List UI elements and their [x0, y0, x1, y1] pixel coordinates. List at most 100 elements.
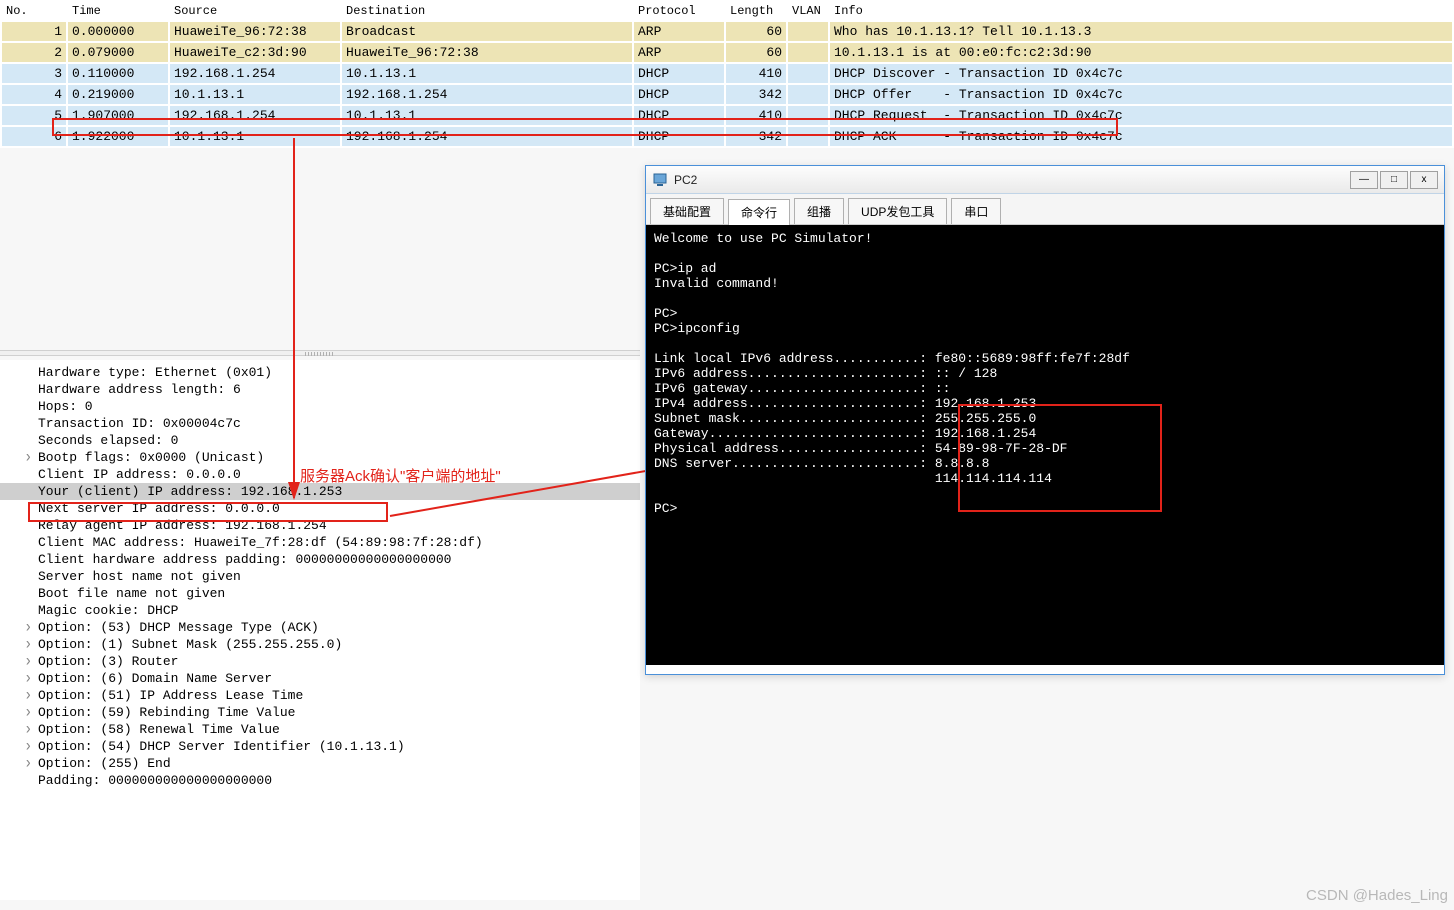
detail-line[interactable]: Option: (6) Domain Name Server — [0, 670, 640, 687]
packet-cell: HuaweiTe_96:72:38 — [342, 43, 632, 62]
watermark: CSDN @Hades_Ling — [1306, 887, 1448, 904]
packet-cell: 6 — [2, 127, 66, 146]
packet-cell: 0.110000 — [68, 64, 168, 83]
pc-tab[interactable]: 串口 — [951, 198, 1001, 224]
packet-cell: ARP — [634, 43, 724, 62]
pc2-title: PC2 — [674, 173, 1348, 187]
packet-cell: Broadcast — [342, 22, 632, 41]
packet-row[interactable]: 30.110000192.168.1.25410.1.13.1DHCP410 DH… — [2, 64, 1452, 83]
detail-line[interactable]: Option: (54) DHCP Server Identifier (10.… — [0, 738, 640, 755]
packet-cell: ARP — [634, 22, 724, 41]
packet-cell: 410 — [726, 64, 786, 83]
packet-cell: 192.168.1.254 — [342, 85, 632, 104]
packet-cell: 410 — [726, 106, 786, 125]
pc2-console[interactable]: Welcome to use PC Simulator! PC>ip ad In… — [646, 225, 1444, 665]
packet-row[interactable]: 61.92200010.1.13.1192.168.1.254DHCP342DH… — [2, 127, 1452, 146]
detail-line[interactable]: Server host name not given — [0, 568, 640, 585]
detail-line[interactable]: Option: (255) End — [0, 755, 640, 772]
detail-line[interactable]: Bootp flags: 0x0000 (Unicast) — [0, 449, 640, 466]
packet-cell: DHCP — [634, 64, 724, 83]
packet-cell: DHCP — [634, 127, 724, 146]
packet-cell — [788, 85, 828, 104]
packet-cell: 192.168.1.254 — [342, 127, 632, 146]
packet-cell: DHCP ACK - Transaction ID 0x4c7c — [830, 127, 1452, 146]
packet-cell: DHCP Request - Transaction ID 0x4c7c — [830, 106, 1452, 125]
app-icon — [652, 172, 668, 188]
packet-list-table[interactable]: No. Time Source Destination Protocol Len… — [0, 0, 1454, 148]
packet-row[interactable]: 51.907000192.168.1.25410.1.13.1DHCP410 DH… — [2, 106, 1452, 125]
packet-cell: DHCP Discover - Transaction ID 0x4c7c — [830, 64, 1452, 83]
detail-line[interactable]: Seconds elapsed: 0 — [0, 432, 640, 449]
pc2-titlebar[interactable]: PC2 — □ x — [646, 166, 1444, 194]
detail-line[interactable]: Option: (3) Router — [0, 653, 640, 670]
maximize-button[interactable]: □ — [1380, 171, 1408, 189]
packet-cell: 192.168.1.254 — [170, 64, 340, 83]
detail-line[interactable]: Option: (53) DHCP Message Type (ACK) — [0, 619, 640, 636]
packet-cell: Who has 10.1.13.1? Tell 10.1.13.3 — [830, 22, 1452, 41]
pc-tab[interactable]: 组播 — [794, 198, 844, 224]
packet-cell: 0.219000 — [68, 85, 168, 104]
packet-cell — [788, 22, 828, 41]
packet-cell: 10.1.13.1 is at 00:e0:fc:c2:3d:90 — [830, 43, 1452, 62]
pc2-tabs: 基础配置命令行组播UDP发包工具串口 — [646, 194, 1444, 225]
pc-tab[interactable]: 基础配置 — [650, 198, 724, 224]
col-length[interactable]: Length — [726, 2, 786, 20]
detail-line[interactable]: Next server IP address: 0.0.0.0 — [0, 500, 640, 517]
packet-detail-pane[interactable]: Hardware type: Ethernet (0x01)Hardware a… — [0, 360, 640, 900]
packet-list-header: No. Time Source Destination Protocol Len… — [2, 2, 1452, 20]
col-info[interactable]: Info — [830, 2, 1452, 20]
packet-cell: 0.000000 — [68, 22, 168, 41]
close-button[interactable]: x — [1410, 171, 1438, 189]
minimize-button[interactable]: — — [1350, 171, 1378, 189]
packet-cell: DHCP — [634, 106, 724, 125]
detail-line[interactable]: Client hardware address padding: 0000000… — [0, 551, 640, 568]
packet-row[interactable]: 20.079000HuaweiTe_c2:3d:90HuaweiTe_96:72… — [2, 43, 1452, 62]
packet-cell: DHCP — [634, 85, 724, 104]
detail-line[interactable]: Hardware address length: 6 — [0, 381, 640, 398]
detail-line[interactable]: Option: (51) IP Address Lease Time — [0, 687, 640, 704]
detail-line[interactable]: Relay agent IP address: 192.168.1.254 — [0, 517, 640, 534]
detail-line[interactable]: Your (client) IP address: 192.168.1.253 — [0, 483, 640, 500]
detail-line[interactable]: Boot file name not given — [0, 585, 640, 602]
packet-cell: 60 — [726, 22, 786, 41]
packet-cell: DHCP Offer - Transaction ID 0x4c7c — [830, 85, 1452, 104]
col-no[interactable]: No. — [2, 2, 66, 20]
packet-cell: 0.079000 — [68, 43, 168, 62]
packet-cell: 10.1.13.1 — [170, 127, 340, 146]
col-protocol[interactable]: Protocol — [634, 2, 724, 20]
packet-row[interactable]: 10.000000HuaweiTe_96:72:38BroadcastARP60… — [2, 22, 1452, 41]
packet-cell: 2 — [2, 43, 66, 62]
col-time[interactable]: Time — [68, 2, 168, 20]
packet-cell: 10.1.13.1 — [342, 106, 632, 125]
col-vlan[interactable]: VLAN — [788, 2, 828, 20]
packet-cell: HuaweiTe_96:72:38 — [170, 22, 340, 41]
detail-line[interactable]: Option: (58) Renewal Time Value — [0, 721, 640, 738]
detail-line[interactable]: Hardware type: Ethernet (0x01) — [0, 364, 640, 381]
detail-line[interactable]: Magic cookie: DHCP — [0, 602, 640, 619]
packet-cell: 10.1.13.1 — [342, 64, 632, 83]
col-source[interactable]: Source — [170, 2, 340, 20]
detail-line[interactable]: Transaction ID: 0x00004c7c — [0, 415, 640, 432]
detail-line[interactable]: Hops: 0 — [0, 398, 640, 415]
pc2-window: PC2 — □ x 基础配置命令行组播UDP发包工具串口 Welcome to … — [645, 165, 1445, 675]
detail-line[interactable]: Client IP address: 0.0.0.0 — [0, 466, 640, 483]
packet-cell: 1.907000 — [68, 106, 168, 125]
packet-cell: 192.168.1.254 — [170, 106, 340, 125]
detail-line[interactable]: Padding: 000000000000000000000 — [0, 772, 640, 789]
detail-line[interactable]: Option: (1) Subnet Mask (255.255.255.0) — [0, 636, 640, 653]
packet-cell: 1 — [2, 22, 66, 41]
detail-line[interactable]: Client MAC address: HuaweiTe_7f:28:df (5… — [0, 534, 640, 551]
packet-cell — [788, 106, 828, 125]
pane-divider[interactable] — [0, 350, 640, 356]
packet-cell — [788, 127, 828, 146]
pc-tab[interactable]: 命令行 — [728, 199, 790, 225]
packet-cell — [788, 43, 828, 62]
packet-cell: 4 — [2, 85, 66, 104]
detail-line[interactable]: Option: (59) Rebinding Time Value — [0, 704, 640, 721]
packet-cell: 3 — [2, 64, 66, 83]
packet-cell: 5 — [2, 106, 66, 125]
col-destination[interactable]: Destination — [342, 2, 632, 20]
packet-row[interactable]: 40.21900010.1.13.1192.168.1.254DHCP342DH… — [2, 85, 1452, 104]
packet-cell: 1.922000 — [68, 127, 168, 146]
pc-tab[interactable]: UDP发包工具 — [848, 198, 947, 224]
